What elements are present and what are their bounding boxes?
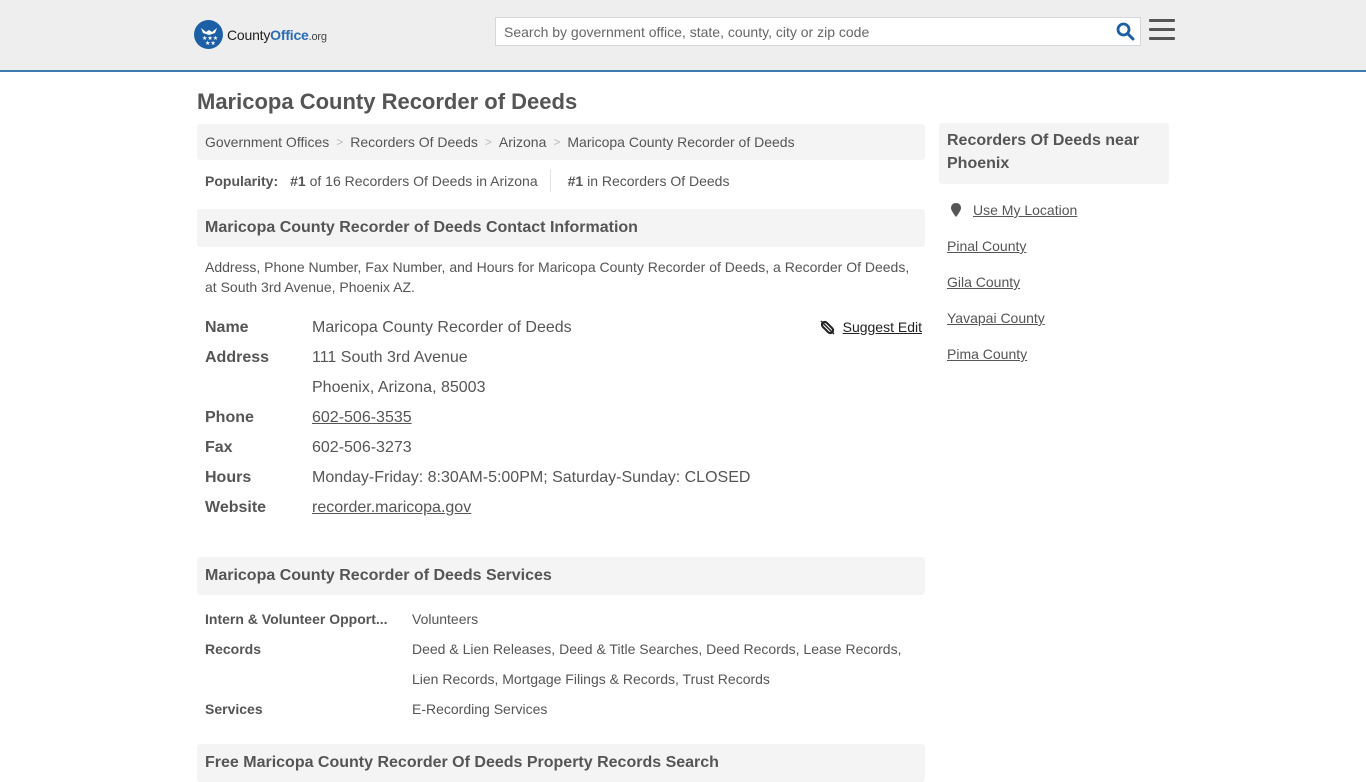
fax-row: Fax 602-506-3273	[205, 433, 925, 463]
website-label: Website	[205, 499, 267, 516]
service-value: Volunteers	[412, 611, 479, 627]
name-row: Name Maricopa County Recorder of Deeds	[205, 313, 925, 343]
main-content: Government Offices > Recorders Of Deeds …	[197, 124, 925, 782]
name-value: Maricopa County Recorder of Deeds	[312, 319, 572, 336]
breadcrumb: Government Offices > Recorders Of Deeds …	[197, 124, 925, 160]
service-row: Intern & Volunteer Opport... Volunteers	[205, 604, 925, 634]
hamburger-menu-icon[interactable]	[1149, 19, 1175, 43]
service-label: Services	[205, 701, 263, 717]
state-rank-text: of 16 Recorders Of Deeds in Arizona	[309, 173, 538, 189]
address-label: Address	[205, 349, 270, 366]
contact-heading: Maricopa County Recorder of Deeds Contac…	[197, 209, 925, 247]
hours-row: Hours Monday-Friday: 8:30AM-5:00PM; Satu…	[205, 463, 925, 493]
search-icon	[1116, 22, 1134, 41]
address-line1: 111 South 3rd Avenue	[312, 349, 468, 366]
sidebar-heading: Recorders Of Deeds near Phoenix	[939, 123, 1169, 184]
property-search-heading: Free Maricopa County Recorder Of Deeds P…	[197, 744, 925, 782]
service-value: Deed & Lien Releases, Deed & Title Searc…	[412, 641, 902, 687]
nearby-links: Use My Location Pinal County Gila County…	[939, 200, 1169, 364]
overall-rank: #1	[567, 173, 584, 189]
breadcrumb-separator: >	[336, 135, 344, 149]
divider	[549, 170, 551, 192]
service-label: Records	[205, 641, 262, 657]
overall-rank-text: in Recorders Of Deeds	[587, 173, 730, 189]
nearby-link-gila[interactable]: Gila County	[947, 272, 1169, 292]
phone-row: Phone 602-506-3535	[205, 403, 925, 433]
address-line2: Phoenix, Arizona, 85003	[312, 379, 486, 396]
breadcrumb-recorders-of-deeds[interactable]: Recorders Of Deeds	[350, 134, 478, 150]
phone-link[interactable]: 602-506-3535	[312, 409, 412, 427]
broken-link-icon	[820, 319, 835, 335]
contact-description: Address, Phone Number, Fax Number, and H…	[205, 259, 910, 295]
svg-text:★★: ★★	[205, 40, 216, 45]
site-header: ★★★ ★★ CountyOffice.org	[0, 0, 1366, 72]
website-row: Website recorder.maricopa.gov	[205, 493, 925, 523]
fax-label: Fax	[205, 439, 233, 456]
phone-label: Phone	[205, 409, 254, 426]
nearby-link-yavapai[interactable]: Yavapai County	[947, 308, 1169, 328]
popularity-label: Popularity:	[205, 173, 279, 189]
site-logo[interactable]: ★★★ ★★ CountyOffice.org	[194, 20, 327, 49]
suggest-edit-link[interactable]: Suggest Edit	[820, 319, 922, 335]
breadcrumb-government-offices[interactable]: Government Offices	[205, 134, 329, 150]
services-list: Intern & Volunteer Opport... Volunteers …	[197, 604, 925, 724]
breadcrumb-separator: >	[484, 135, 492, 149]
fax-value: 602-506-3273	[312, 439, 412, 456]
eagle-stars-badge-icon: ★★★ ★★	[194, 20, 223, 49]
address-row-2: Phoenix, Arizona, 85003	[205, 373, 925, 403]
breadcrumb-current: Maricopa County Recorder of Deeds	[567, 134, 795, 150]
breadcrumb-separator: >	[553, 135, 561, 149]
service-row: Records Deed & Lien Releases, Deed & Tit…	[205, 634, 925, 694]
search-box	[495, 17, 1141, 46]
sidebar: Recorders Of Deeds near Phoenix Use My L…	[939, 123, 1169, 380]
address-row: Address 111 South 3rd Avenue	[205, 343, 925, 373]
logo-text: CountyOffice.org	[227, 26, 327, 43]
search-input[interactable]	[496, 18, 1110, 45]
service-value: E-Recording Services	[412, 701, 548, 717]
page-title: Maricopa County Recorder of Deeds	[197, 89, 578, 114]
contact-info: Suggest Edit Name Maricopa County Record…	[197, 313, 925, 523]
name-label: Name	[205, 319, 249, 336]
hours-label: Hours	[205, 469, 252, 486]
nearby-link-pinal[interactable]: Pinal County	[947, 236, 1169, 256]
services-heading: Maricopa County Recorder of Deeds Servic…	[197, 557, 925, 595]
breadcrumb-arizona[interactable]: Arizona	[499, 134, 546, 150]
nearby-link-pima[interactable]: Pima County	[947, 344, 1169, 364]
service-row: Services E-Recording Services	[205, 694, 925, 724]
state-rank: #1	[290, 173, 306, 189]
search-button[interactable]	[1110, 18, 1140, 45]
service-label: Intern & Volunteer Opport...	[205, 611, 388, 627]
website-link[interactable]: recorder.maricopa.gov	[312, 499, 471, 517]
popularity: Popularity: #1 of 16 Recorders Of Deeds …	[197, 170, 925, 192]
map-pin-icon	[951, 203, 961, 217]
hours-value: Monday-Friday: 8:30AM-5:00PM; Saturday-S…	[312, 469, 751, 486]
use-my-location-link[interactable]: Use My Location	[947, 200, 1169, 220]
